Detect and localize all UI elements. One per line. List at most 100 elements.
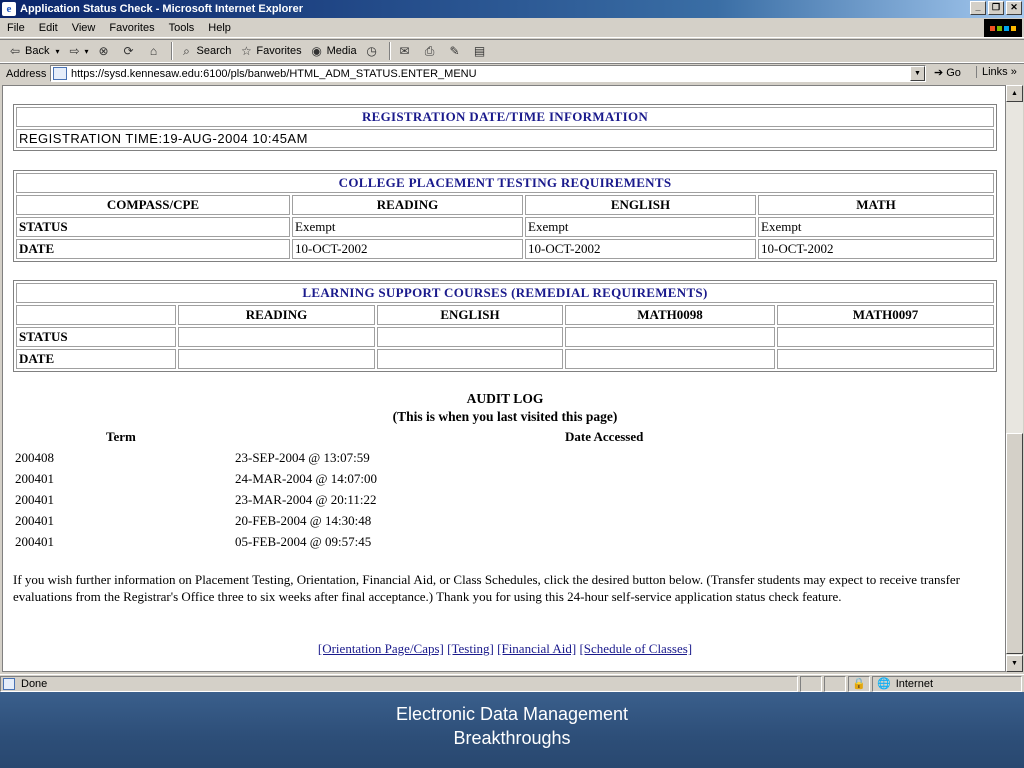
scroll-down-button[interactable]: ▼ [1006, 655, 1023, 672]
slide-caption-line2: Breakthroughs [453, 728, 571, 748]
media-label: Media [326, 45, 357, 57]
close-button[interactable]: ✕ [1006, 1, 1022, 15]
placement-col-math: MATH [758, 195, 994, 215]
audit-log-title: AUDIT LOG [466, 391, 544, 406]
learning-col-reading: READING [178, 305, 375, 325]
audit-term: 200401 [15, 534, 54, 549]
back-label: Back [25, 45, 50, 57]
go-arrow-icon: ➔ [934, 67, 944, 79]
orientation-link[interactable]: [Orientation Page/Caps] [318, 641, 444, 656]
menu-tools[interactable]: Tools [162, 22, 202, 34]
back-button[interactable]: ⇦ Back ▾ [4, 41, 63, 61]
table-cell: Exempt [758, 217, 994, 237]
links-button[interactable]: Links » [976, 66, 1017, 78]
table-row: STATUS [16, 327, 994, 347]
financial-aid-link[interactable]: [Financial Aid] [497, 641, 576, 656]
refresh-button[interactable]: ⟳ [118, 41, 143, 61]
audit-log-subtitle: (This is when you last visited this page… [392, 409, 618, 424]
restore-button[interactable]: ❐ [988, 1, 1004, 15]
home-button[interactable]: ⌂ [143, 41, 168, 61]
status-text: Done [21, 677, 48, 690]
table-cell [377, 327, 563, 347]
page-content: REGISTRATION DATE/TIME INFORMATION REGIS… [2, 85, 1006, 672]
ie-logo-icon: e [2, 2, 16, 16]
table-cell [777, 349, 994, 369]
mail-icon: ✉ [399, 44, 410, 58]
menu-view[interactable]: View [65, 22, 103, 34]
table-cell [178, 349, 375, 369]
audit-term: 200401 [15, 471, 54, 486]
registration-time: REGISTRATION TIME:19-AUG-2004 10:45AM [16, 129, 994, 148]
go-button[interactable]: ➔ Go [934, 66, 961, 80]
mail-button[interactable]: ✉ [394, 41, 419, 61]
action-links: [Orientation Page/Caps] [Testing] [Finan… [3, 641, 1005, 657]
table-row: STATUS Exempt Exempt Exempt [16, 217, 994, 237]
audit-term: 200401 [15, 513, 54, 528]
links-label: Links [982, 66, 1008, 78]
address-bar: Address https://sysd.kennesaw.edu:6100/p… [0, 63, 1024, 83]
discuss-button[interactable]: ▤ [469, 41, 494, 61]
row-label: DATE [16, 239, 290, 259]
address-label: Address [6, 67, 47, 80]
learning-col-math0097: MATH0097 [777, 305, 994, 325]
learning-header: LEARNING SUPPORT COURSES (REMEDIAL REQUI… [16, 283, 994, 303]
table-cell [565, 349, 775, 369]
menu-favorites[interactable]: Favorites [102, 22, 161, 34]
learning-col-english: ENGLISH [377, 305, 563, 325]
home-icon: ⌂ [149, 44, 158, 58]
info-paragraph: If you wish further information on Place… [13, 572, 961, 604]
address-input[interactable]: https://sysd.kennesaw.edu:6100/pls/banwe… [50, 65, 926, 82]
row-label: DATE [16, 349, 176, 369]
table-cell: 10-OCT-2002 [292, 239, 523, 259]
media-button[interactable]: ◉ Media [306, 41, 361, 61]
history-button[interactable]: ◷ [361, 41, 386, 61]
registration-header: REGISTRATION DATE/TIME INFORMATION [16, 107, 994, 127]
chevron-down-icon: ▾ [55, 46, 60, 56]
menu-help[interactable]: Help [201, 22, 238, 34]
search-icon: ⌕ [183, 44, 190, 58]
stop-icon: ⊗ [98, 44, 109, 58]
menu-file[interactable]: File [0, 22, 32, 34]
table-cell [777, 327, 994, 347]
page-icon [53, 67, 67, 80]
table-cell: Exempt [525, 217, 756, 237]
minimize-button[interactable]: _ [970, 1, 986, 15]
table-row: DATE 10-OCT-2002 10-OCT-2002 10-OCT-2002 [16, 239, 994, 259]
audit-date: 23-MAR-2004 @ 20:11:22 [235, 492, 377, 507]
security-zone: 🌐 Internet [872, 675, 1022, 692]
registration-table: REGISTRATION DATE/TIME INFORMATION REGIS… [13, 104, 997, 151]
chevron-down-icon: ▾ [84, 46, 89, 56]
favorites-button[interactable]: ☆ Favorites [235, 41, 305, 61]
menu-edit[interactable]: Edit [32, 22, 65, 34]
stop-button[interactable]: ⊗ [93, 41, 118, 61]
go-label: Go [946, 66, 961, 79]
history-icon: ◷ [366, 44, 377, 58]
windows-logo-icon [984, 19, 1022, 37]
table-cell: 10-OCT-2002 [525, 239, 756, 259]
print-button[interactable]: ⎙ [419, 41, 444, 61]
placement-col-reading: READING [292, 195, 523, 215]
zone-label: Internet [895, 677, 934, 690]
edit-button[interactable]: ✎ [444, 41, 469, 61]
table-cell [178, 327, 375, 347]
vertical-scrollbar[interactable]: ▲ ▼ [1006, 85, 1023, 672]
search-button[interactable]: ⌕ Search [176, 41, 236, 61]
scroll-thumb[interactable] [1006, 433, 1023, 654]
audit-date: 20-FEB-2004 @ 14:30:48 [235, 513, 372, 528]
audit-date: 24-MAR-2004 @ 14:07:00 [235, 471, 377, 486]
schedule-of-classes-link[interactable]: [Schedule of Classes] [579, 641, 692, 656]
audit-term: 200401 [15, 492, 54, 507]
address-url: https://sysd.kennesaw.edu:6100/pls/banwe… [71, 67, 477, 80]
status-cell [824, 675, 846, 692]
forward-button[interactable]: ⇨ ▾ [63, 41, 92, 61]
address-dropdown-button[interactable]: ▼ [910, 66, 925, 81]
placement-header: COLLEGE PLACEMENT TESTING REQUIREMENTS [16, 173, 994, 193]
row-label: STATUS [16, 217, 290, 237]
table-cell: Exempt [292, 217, 523, 237]
testing-link[interactable]: [Testing] [447, 641, 494, 656]
scroll-up-button[interactable]: ▲ [1006, 85, 1023, 102]
favorites-label: Favorites [256, 45, 302, 57]
status-main: Done [0, 675, 798, 692]
status-cell [800, 675, 822, 692]
standard-toolbar: ⇦ Back ▾ ⇨ ▾ ⊗ ⟳ ⌂ ⌕ Search ☆ Favorites … [0, 39, 1024, 63]
